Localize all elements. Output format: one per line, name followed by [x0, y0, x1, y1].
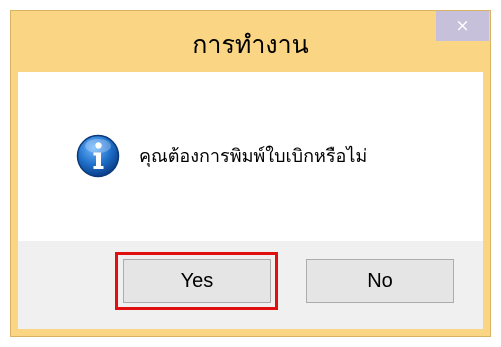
info-icon — [76, 134, 120, 178]
no-button[interactable]: No — [306, 259, 454, 303]
dialog-window: การทำงาน × คุณต้องการพิมพ์ใบเบิกหรือไม่ … — [10, 10, 491, 337]
close-button[interactable]: × — [436, 11, 489, 41]
message-area: คุณต้องการพิมพ์ใบเบิกหรือไม่ — [18, 72, 483, 241]
message-text: คุณต้องการพิมพ์ใบเบิกหรือไม่ — [139, 146, 368, 167]
button-bar: Yes No — [18, 241, 483, 329]
close-icon: × — [455, 16, 470, 36]
yes-button-highlight — [115, 252, 278, 310]
dialog-title: การทำงาน — [192, 30, 309, 59]
title-bar: การทำงาน × — [11, 11, 490, 73]
